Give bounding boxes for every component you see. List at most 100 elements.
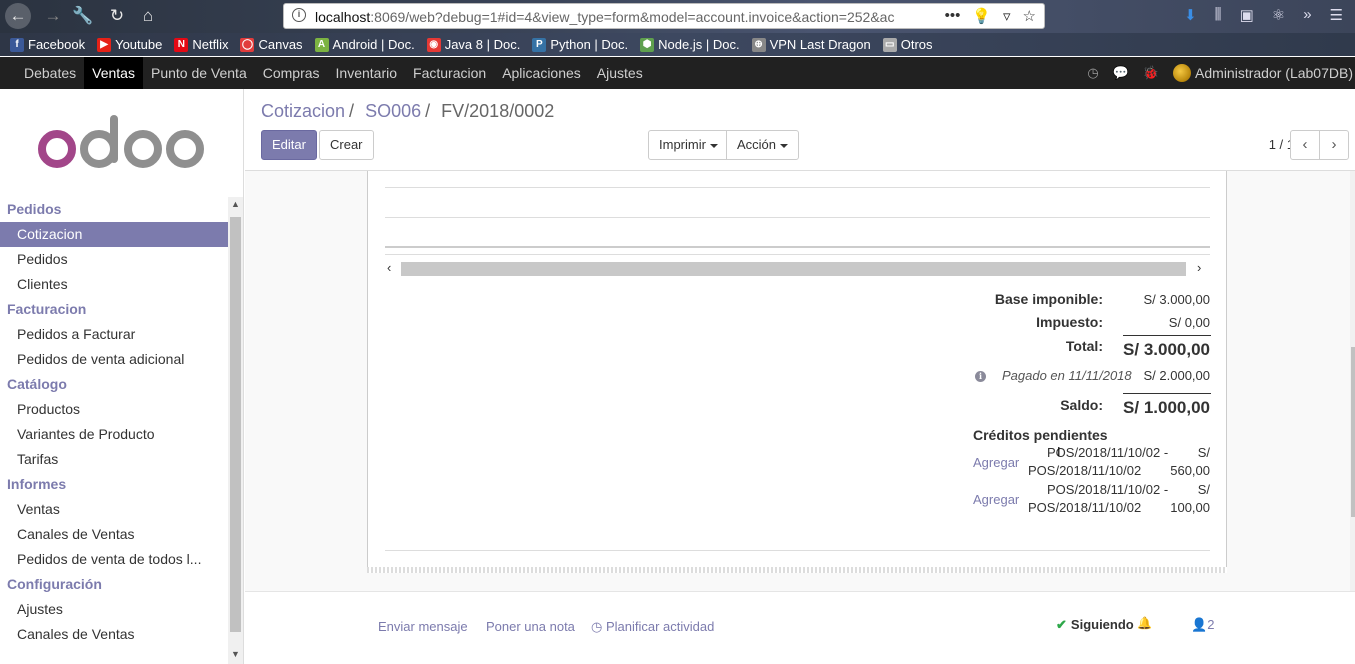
followers-button[interactable]: 👤2 xyxy=(1191,617,1214,633)
create-button[interactable]: Crear xyxy=(319,130,374,160)
menu-item[interactable]: Compras xyxy=(255,57,328,89)
menu-item[interactable]: Aplicaciones xyxy=(494,57,589,89)
sidebar-item[interactable]: Canales de Ventas xyxy=(0,522,228,547)
scroll-up-icon[interactable]: ▲ xyxy=(231,199,240,209)
user-menu[interactable]: Administrador (Lab07DB) xyxy=(1173,64,1355,82)
sidebar-item[interactable]: Ventas xyxy=(0,497,228,522)
breadcrumb-order[interactable]: SO006 xyxy=(365,101,421,121)
sidebar-icon[interactable]: ▣ xyxy=(1240,6,1254,24)
credits-title: Créditos pendientes xyxy=(973,427,1108,443)
scroll-right-icon[interactable]: › xyxy=(1197,260,1201,275)
menu-item[interactable]: Debates xyxy=(16,57,84,89)
messages-icon[interactable]: 💬 xyxy=(1113,65,1129,81)
bookmark-item[interactable]: P Python | Doc. xyxy=(532,37,628,52)
sidebar-item[interactable]: Pedidos de venta de todos l... xyxy=(0,547,228,572)
payment-info-icon[interactable]: i xyxy=(975,371,986,382)
lightbulb-icon[interactable]: 💡 xyxy=(972,7,991,25)
menu-item[interactable]: Ajustes xyxy=(589,57,651,89)
sidebar-item[interactable]: Productos xyxy=(0,397,228,422)
sidebar-item[interactable]: Cotizacion xyxy=(0,222,228,247)
sidebar-item[interactable]: Ajustes xyxy=(0,597,228,622)
control-panel: Cotizacion / SO006/ FV/2018/0002 Editar C… xyxy=(245,89,1355,171)
url-text[interactable]: localhost:8069/web?debug=1#id=4&view_typ… xyxy=(315,9,905,25)
sidebar-section-title: Catálogo xyxy=(7,376,67,392)
divider xyxy=(385,217,1210,218)
log-note-button[interactable]: Poner una nota xyxy=(486,619,575,634)
sidebar-item[interactable]: Variantes de Producto xyxy=(0,422,228,447)
table-horizontal-scrollbar[interactable]: ‹ › xyxy=(385,259,1210,279)
menu-item[interactable]: Facturacion xyxy=(405,57,494,89)
sidebar-item[interactable]: Canales de Ventas xyxy=(0,622,228,647)
schedule-activity-button[interactable]: ◷ Planificar actividad xyxy=(591,619,714,635)
base-value: S/ 3.000,00 xyxy=(1143,292,1211,307)
print-dropdown[interactable]: Imprimir xyxy=(648,130,729,160)
total-label: Total: xyxy=(1065,338,1103,354)
activity-clock-icon[interactable]: ◷ xyxy=(1087,65,1098,81)
info-icon[interactable]: i xyxy=(292,8,306,22)
following-button[interactable]: ✔ Siguiendo xyxy=(1056,617,1134,633)
sidebar: Pedidos Cotizacion Pedidos Clientes Facturac… xyxy=(0,89,244,664)
address-bar[interactable]: i localhost:8069/web?debug=1#id=4&view_t… xyxy=(283,3,1045,29)
total-value: S/ 3.000,00 xyxy=(1123,340,1210,359)
overflow-icon[interactable]: » xyxy=(1303,6,1311,24)
text-cursor-icon: I xyxy=(1057,444,1061,459)
pager-next-button[interactable]: › xyxy=(1319,130,1349,160)
sidebar-item[interactable]: Tarifas xyxy=(0,447,228,472)
content-scrollbar-thumb[interactable] xyxy=(1351,347,1355,517)
bookmark-item[interactable]: N Netflix xyxy=(174,37,228,52)
bookmark-item[interactable]: ◉ Java 8 | Doc. xyxy=(426,37,520,52)
pocket-icon[interactable]: ▿ xyxy=(1003,7,1011,25)
tools-icon[interactable]: 🔧 xyxy=(70,3,96,29)
debug-bug-icon[interactable]: 🐞 xyxy=(1143,65,1159,81)
scrollbar-thumb[interactable] xyxy=(401,262,1186,276)
library-icon[interactable]: ⫼ xyxy=(1215,6,1222,24)
back-arrow-icon[interactable]: ← xyxy=(5,3,31,29)
forward-arrow-icon[interactable]: → xyxy=(40,3,66,29)
react-icon[interactable]: ⚛ xyxy=(1272,6,1285,24)
bookmark-star-icon[interactable]: ☆ xyxy=(1023,7,1036,25)
breadcrumb: Cotizacion / SO006/ FV/2018/0002 xyxy=(261,101,555,121)
bookmark-item[interactable]: ▶ Youtube xyxy=(97,37,162,52)
add-credit-link[interactable]: Agregar xyxy=(973,455,1019,470)
bookmark-item[interactable]: A Android | Doc. xyxy=(314,37,415,52)
url-host: localhost xyxy=(315,9,371,25)
download-icon[interactable]: ⬇ xyxy=(1184,6,1197,24)
home-icon[interactable]: ⌂ xyxy=(135,3,161,29)
bookmark-label: Android | Doc. xyxy=(332,37,415,52)
scroll-left-icon[interactable]: ‹ xyxy=(387,260,391,275)
menu-item[interactable]: Punto de Venta xyxy=(143,57,255,89)
clock-icon: ◷ xyxy=(591,619,603,634)
bookmark-icon: ▭ xyxy=(882,37,897,52)
send-message-button[interactable]: Enviar mensaje xyxy=(378,619,468,634)
pager-previous-button[interactable]: ‹ xyxy=(1290,130,1320,160)
sidebar-section-title: Facturacion xyxy=(7,301,87,317)
menu-icon[interactable]: ☰ xyxy=(1330,6,1343,24)
sidebar-item[interactable]: Pedidos xyxy=(0,247,228,272)
browser-toolbar: ← → 🔧 ↻ ⌂ i localhost:8069/web?debug=1#i… xyxy=(0,0,1355,33)
bookmark-item[interactable]: ⊕ VPN Last Dragon xyxy=(751,37,871,52)
scroll-down-icon[interactable]: ▼ xyxy=(231,649,240,659)
sidebar-item[interactable]: Pedidos de venta adicional xyxy=(0,347,228,372)
sidebar-scrollbar-thumb[interactable] xyxy=(230,217,241,632)
avatar xyxy=(1173,64,1192,82)
sidebar-item[interactable]: Pedidos a Facturar xyxy=(0,322,228,347)
divider xyxy=(385,246,1210,248)
breadcrumb-cotizacion[interactable]: Cotizacion xyxy=(261,101,345,121)
bookmark-item[interactable]: ▭ Otros xyxy=(882,37,933,52)
caret-down-icon xyxy=(780,143,789,148)
more-icon[interactable]: ••• xyxy=(945,7,961,25)
action-dropdown[interactable]: Acción xyxy=(726,130,800,160)
add-credit-link[interactable]: Agregar xyxy=(973,492,1019,507)
menu-item[interactable]: Ventas xyxy=(84,57,143,89)
bookmark-item[interactable]: ◯ Canvas xyxy=(240,37,303,52)
menu-item[interactable]: Inventario xyxy=(328,57,405,89)
bookmark-item[interactable]: f Facebook xyxy=(10,37,85,52)
bell-icon[interactable]: 🔔 xyxy=(1137,616,1152,630)
bookmark-item[interactable]: ⬢ Node.js | Doc. xyxy=(640,37,740,52)
reload-icon[interactable]: ↻ xyxy=(104,3,130,29)
sidebar-item[interactable]: Clientes xyxy=(0,272,228,297)
edit-button[interactable]: Editar xyxy=(261,130,317,160)
browser-extensions: ⬇ ⫼ ▣ ⚛ » ☰ xyxy=(1184,6,1343,24)
sheet-edge xyxy=(367,567,1227,573)
sidebar-scrollbar[interactable]: ▲ ▼ xyxy=(228,197,243,664)
